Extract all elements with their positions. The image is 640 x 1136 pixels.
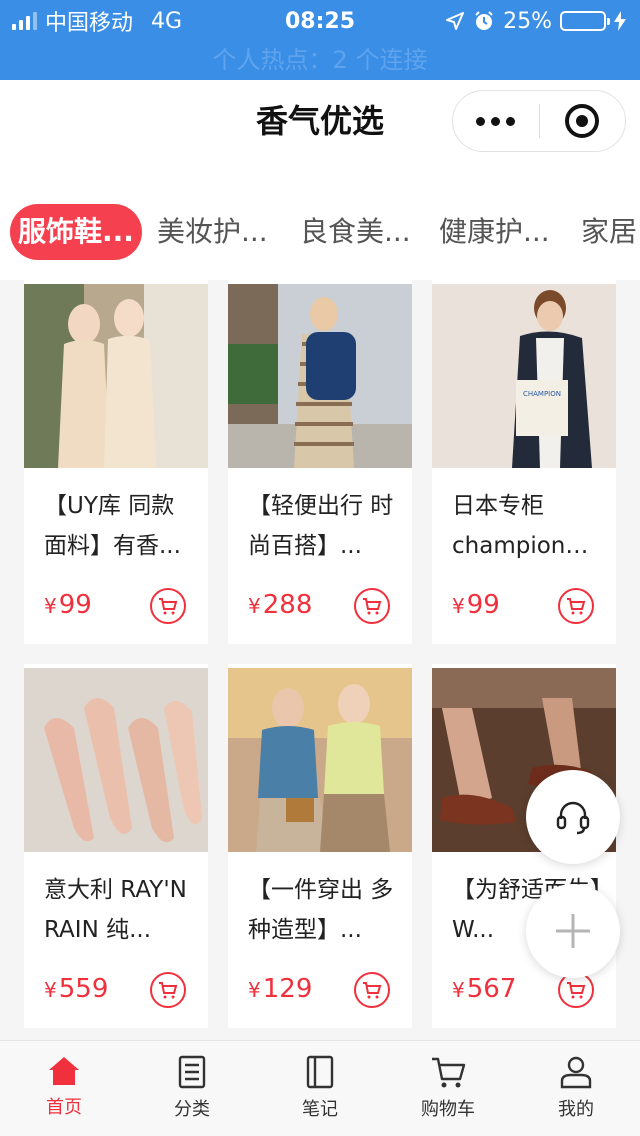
network-label: 4G	[151, 8, 183, 34]
tabbar-item-profile[interactable]: 我的	[512, 1041, 640, 1136]
tabbar-item-cart[interactable]: 购物车	[384, 1041, 512, 1136]
cart-icon	[432, 1057, 466, 1088]
add-to-cart-button[interactable]	[150, 588, 186, 624]
product-card[interactable]: 意大利 RAY'N RAIN 纯... ¥559	[24, 664, 208, 1028]
tab-health[interactable]: 健康护...	[439, 204, 550, 260]
cart-icon	[363, 598, 382, 615]
product-price: ¥288	[248, 590, 313, 620]
miniprogram-capsule	[452, 90, 626, 152]
product-card[interactable]: 【一件穿出 多种造型】... ¥129	[228, 664, 412, 1028]
battery-percent: 25%	[503, 8, 552, 34]
signal-icon	[12, 12, 37, 30]
cart-icon	[363, 982, 382, 999]
carrier-label: 中国移动	[45, 11, 134, 36]
product-card[interactable]: 【UY库 同款面料】有香... ¥99	[24, 280, 208, 644]
close-miniprogram-button[interactable]	[540, 91, 626, 151]
tab-clothing-shoes[interactable]: 服饰鞋...	[10, 204, 142, 260]
add-to-cart-button[interactable]	[558, 588, 594, 624]
category-icon	[178, 1055, 206, 1089]
tab-beauty[interactable]: 美妆护...	[157, 204, 268, 260]
more-button[interactable]	[453, 91, 539, 151]
customer-service-button[interactable]	[526, 770, 620, 864]
tabbar-item-category[interactable]: 分类	[128, 1041, 256, 1136]
product-image[interactable]	[228, 284, 412, 468]
add-to-cart-button[interactable]	[150, 972, 186, 1008]
tabbar-item-home[interactable]: 首页	[0, 1041, 128, 1136]
product-name[interactable]: 【一件穿出 多种造型】...	[248, 870, 398, 950]
notebook-icon	[306, 1055, 334, 1089]
status-bar: 中国移动 4G 08:25 25% 个人热点：2 个连接	[0, 0, 640, 80]
hotspot-banner[interactable]: 个人热点：2 个连接	[0, 42, 640, 78]
cart-icon	[567, 598, 586, 615]
headset-icon	[556, 801, 590, 835]
product-name[interactable]: 意大利 RAY'N RAIN 纯...	[44, 870, 194, 950]
plus-icon	[556, 914, 590, 948]
tabbar-label: 购物车	[421, 1099, 475, 1120]
user-icon	[560, 1056, 592, 1089]
tab-home[interactable]: 家居	[581, 204, 637, 260]
product-name[interactable]: 【轻便出行 时尚百搭】...	[248, 486, 398, 566]
home-icon	[49, 1057, 79, 1085]
cart-icon	[159, 598, 178, 615]
cart-icon	[159, 982, 178, 999]
charging-icon	[614, 11, 626, 31]
bottom-tab-bar: 首页 分类 笔记 购物车 我的	[0, 1040, 640, 1136]
svg-text:CHAMPION: CHAMPION	[523, 390, 561, 398]
nav-bar: 香气优选	[0, 80, 640, 168]
add-to-cart-button[interactable]	[354, 588, 390, 624]
product-image[interactable]	[24, 284, 208, 468]
battery-icon	[560, 11, 610, 31]
product-price: ¥129	[248, 974, 313, 1004]
tabbar-label: 我的	[558, 1099, 594, 1120]
product-image[interactable]: CHAMPION	[432, 284, 616, 468]
product-card[interactable]: CHAMPION 日本专柜champion秋冬... ¥99	[432, 280, 616, 644]
add-note-button[interactable]	[526, 884, 620, 978]
product-image[interactable]	[228, 668, 412, 852]
cart-icon	[567, 982, 586, 999]
category-tabs: 服饰鞋... 美妆护... 良食美... 健康护... 家居	[0, 168, 640, 280]
tabbar-item-notes[interactable]: 笔记	[256, 1041, 384, 1136]
product-price: ¥99	[452, 590, 500, 620]
location-icon	[446, 12, 465, 30]
product-name[interactable]: 日本专柜champion秋冬...	[452, 486, 602, 566]
alarm-icon	[475, 11, 493, 30]
target-icon	[565, 104, 600, 138]
add-to-cart-button[interactable]	[354, 972, 390, 1008]
tabbar-label: 分类	[174, 1099, 210, 1120]
product-price: ¥567	[452, 974, 517, 1004]
product-price: ¥99	[44, 590, 92, 620]
product-name[interactable]: 【UY库 同款面料】有香...	[44, 486, 194, 566]
tabbar-label: 首页	[46, 1097, 82, 1118]
tab-food[interactable]: 良食美...	[300, 204, 411, 260]
product-price: ¥559	[44, 974, 109, 1004]
more-dots-icon	[476, 116, 516, 126]
product-image[interactable]	[24, 668, 208, 852]
product-card[interactable]: 【轻便出行 时尚百搭】... ¥288	[228, 280, 412, 644]
tabbar-label: 笔记	[302, 1099, 338, 1120]
